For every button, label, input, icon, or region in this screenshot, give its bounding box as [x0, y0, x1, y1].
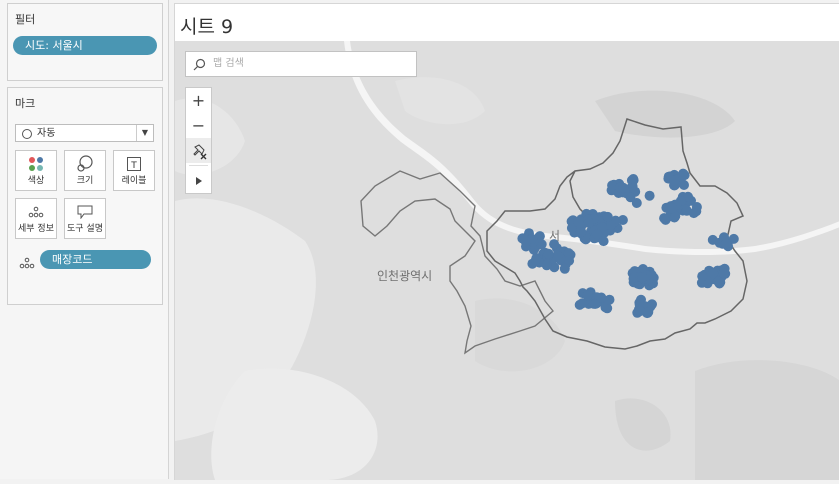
mark-type-dropdown[interactable]: 자동 ▼: [15, 124, 154, 142]
map-toolbar: + −: [185, 87, 212, 194]
detail-field-pill[interactable]: 매장코드: [40, 250, 151, 269]
store-mark[interactable]: [708, 268, 718, 279]
circle-mark-icon: [22, 129, 32, 139]
zoom-in-icon[interactable]: +: [186, 88, 211, 113]
sheet-title: 시트 9: [180, 16, 234, 38]
store-mark[interactable]: [659, 213, 670, 224]
store-mark[interactable]: [517, 233, 528, 244]
color-button[interactable]: 색상: [15, 150, 57, 191]
label-button[interactable]: T 레이블: [113, 150, 155, 191]
detail-field-icon: [19, 254, 35, 273]
city-label-incheon: 인천광역시: [377, 269, 433, 283]
search-placeholder: 맵 검색: [213, 58, 244, 69]
search-icon: [193, 57, 206, 81]
detail-icon: [16, 203, 56, 221]
store-mark[interactable]: [602, 211, 613, 222]
store-mark[interactable]: [637, 272, 648, 283]
store-mark[interactable]: [679, 170, 690, 181]
store-mark[interactable]: [635, 306, 646, 317]
store-mark[interactable]: [628, 174, 639, 184]
worksheet: 시트 9 인천광역시 서 맵 검색 + −: [174, 3, 839, 480]
store-mark[interactable]: [618, 182, 629, 193]
size-icon: [65, 155, 105, 173]
store-mark[interactable]: [667, 203, 678, 214]
label-button-label: 레이블: [121, 176, 147, 186]
detail-button[interactable]: 세부 정보: [15, 198, 57, 239]
store-mark[interactable]: [715, 277, 726, 288]
store-mark[interactable]: [721, 238, 732, 249]
tooltip-icon: [65, 203, 105, 221]
svg-text:T: T: [130, 161, 137, 171]
store-mark[interactable]: [697, 271, 708, 282]
color-button-label: 색상: [27, 176, 45, 186]
tooltip-button-label: 도구 설명: [67, 224, 103, 234]
expand-arrow-icon[interactable]: [186, 168, 211, 193]
store-mark[interactable]: [582, 290, 593, 301]
store-mark[interactable]: [530, 254, 541, 265]
filters-title: 필터: [15, 13, 36, 26]
size-button-label: 크기: [76, 176, 94, 186]
left-panel: 필터 시도: 서울시 마크 자동 ▼ 색상 크기 T 레이블 세부 정보 도구 …: [0, 0, 169, 479]
store-mark[interactable]: [543, 248, 554, 259]
store-mark[interactable]: [718, 268, 729, 279]
store-mark[interactable]: [583, 217, 594, 228]
map-canvas[interactable]: [175, 41, 839, 480]
store-mark[interactable]: [559, 263, 570, 274]
store-mark[interactable]: [596, 292, 607, 303]
chevron-down-icon[interactable]: ▼: [136, 125, 153, 141]
seoul-label: 서: [549, 229, 561, 243]
zoom-out-icon[interactable]: −: [186, 113, 211, 138]
color-icon: [16, 155, 56, 173]
store-mark[interactable]: [552, 250, 563, 261]
store-mark[interactable]: [605, 220, 616, 231]
map-search-box[interactable]: 맵 검색: [185, 51, 417, 77]
store-mark[interactable]: [573, 216, 584, 227]
marks-title: 마크: [15, 97, 36, 110]
marks-card: 마크 자동 ▼ 색상 크기 T 레이블 세부 정보 도구 설명 매장코드: [7, 87, 163, 305]
filter-pill-sido[interactable]: 시도: 서울시: [13, 36, 157, 55]
store-mark[interactable]: [592, 229, 603, 240]
store-mark[interactable]: [576, 227, 587, 237]
filters-card: 필터 시도: 서울시: [7, 3, 163, 81]
store-mark[interactable]: [669, 175, 680, 186]
pin-reset-icon[interactable]: [186, 138, 211, 163]
mark-type-label: 자동: [37, 128, 56, 139]
store-mark[interactable]: [644, 190, 655, 201]
store-mark[interactable]: [541, 260, 552, 271]
detail-button-label: 세부 정보: [18, 224, 54, 234]
size-button[interactable]: 크기: [64, 150, 106, 191]
store-mark[interactable]: [688, 208, 699, 219]
toolbar-divider: [189, 165, 208, 166]
text-label-icon: T: [114, 155, 154, 173]
map-view[interactable]: 인천광역시 서 맵 검색 + −: [175, 41, 839, 480]
tooltip-button[interactable]: 도구 설명: [64, 198, 106, 239]
